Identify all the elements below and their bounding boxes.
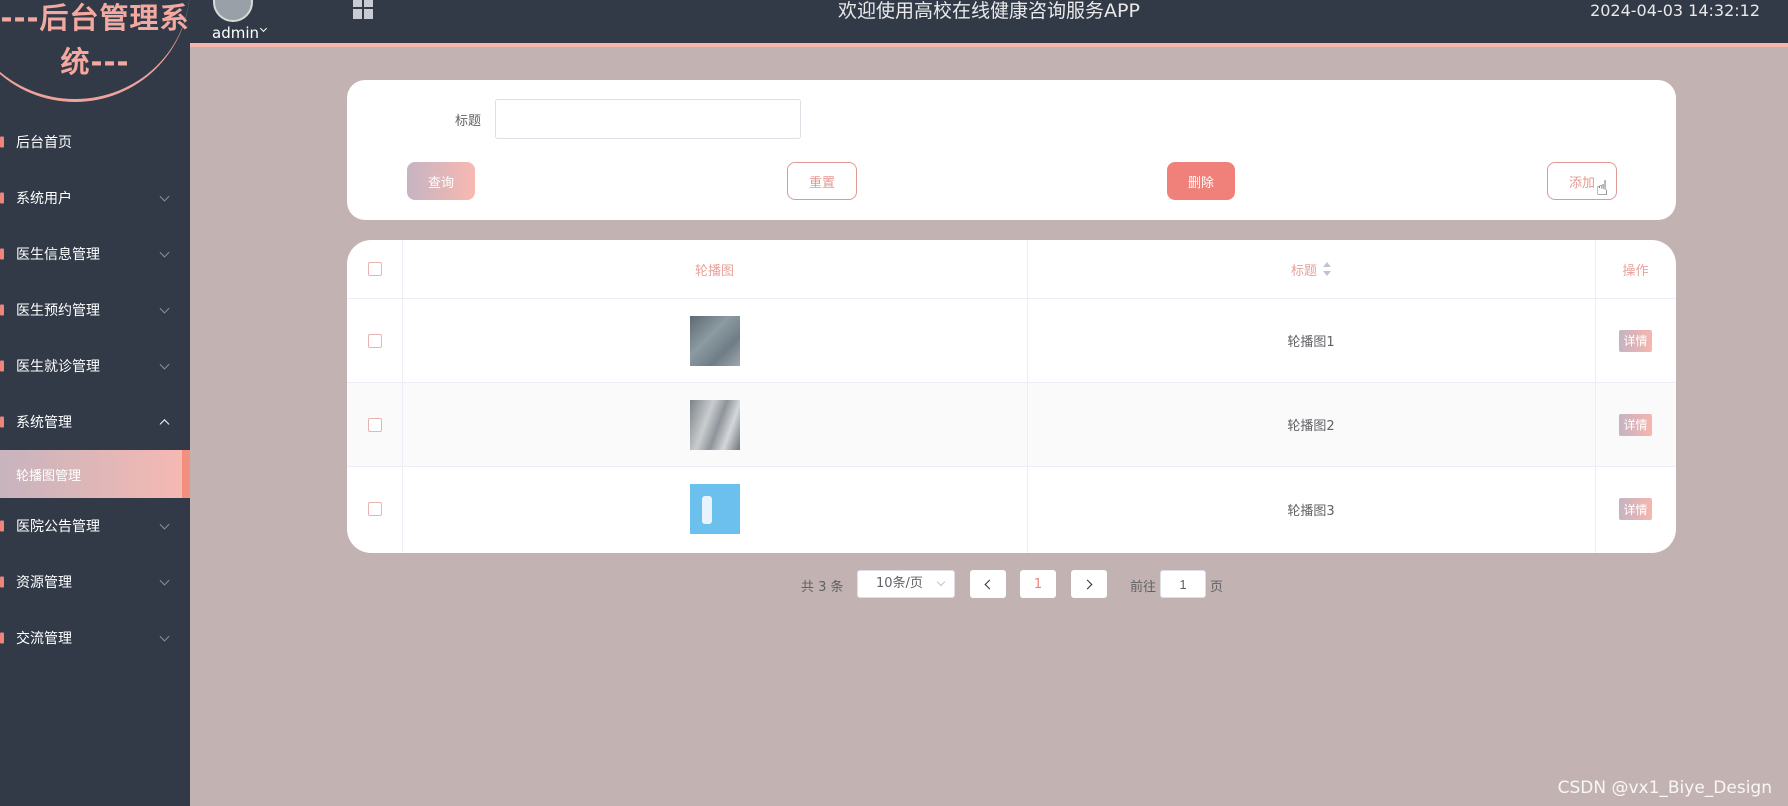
sidebar-item-label: 系统管理 [16,415,72,431]
row-checkbox[interactable] [367,502,382,516]
sidebar-item-label: 医生就诊管理 [16,359,100,375]
reset-button[interactable]: 重置 [787,162,857,200]
logo-text: ---后台管理系统--- [0,1,190,79]
image-cell [402,467,1027,551]
datetime: 2024-04-03 14:32:12 [1590,1,1760,20]
detail-button[interactable]: 详情 [1619,413,1652,436]
sidebar-item-home[interactable]: 后台首页 [0,114,190,170]
sidebar-item-label: 轮播图管理 [16,468,82,484]
table-row: 轮播图1 详情 [347,299,1676,383]
home-icon [0,136,4,148]
sidebar-item-communication[interactable]: 交流管理 [0,610,190,666]
sidebar-item-system-management[interactable]: 系统管理 [0,394,190,450]
column-header-image: 轮播图 [694,263,734,279]
sort-icon[interactable] [1323,262,1331,276]
chevron-left-icon [984,579,995,589]
page-title: 欢迎使用高校在线健康咨询服务APP [838,0,1140,22]
goto-page-input[interactable] [1160,570,1206,598]
sidebar: ---后台管理系统--- 后台首页 系统用户 医生信息管理 医生预约管理 医生就… [0,0,190,806]
title-cell: 轮播图3 [1287,503,1335,519]
notice-icon [0,520,4,532]
carousel-thumbnail[interactable] [689,399,740,450]
sidebar-item-label: 医生预约管理 [16,303,100,319]
page-suffix-label: 页 [1210,580,1224,595]
sidebar-item-doctor-info[interactable]: 医生信息管理 [0,226,190,282]
table-header-row: 轮播图 标题 操作 [347,240,1676,299]
page-size-value: 10条/页 [876,576,923,591]
chevron-down-icon [159,247,170,258]
chevron-down-icon [159,303,170,314]
sidebar-item-label: 医生信息管理 [16,247,100,263]
chevron-down-icon [159,519,170,530]
column-header-title[interactable]: 标题 [1027,240,1595,298]
table-row: 轮播图2 详情 [347,383,1676,467]
sidebar-item-carousel-management[interactable]: 轮播图管理 [0,450,190,498]
chevron-right-icon [1082,579,1093,589]
column-header-action: 操作 [1622,263,1649,279]
chevron-down-icon [159,631,170,642]
active-indicator [182,450,190,498]
search-panel: 标题 查询 重置 删除 添加 ☝ [347,80,1676,220]
title-cell: 轮播图2 [1287,419,1335,434]
detail-button[interactable]: 详情 [1619,329,1652,352]
chevron-down-icon [159,359,170,370]
query-button[interactable]: 查询 [407,162,475,200]
page-number-current[interactable]: 1 [1020,570,1056,598]
top-header: admin 欢迎使用高校在线健康咨询服务APP 2024-04-03 14:32… [190,0,1788,47]
hand-cursor-icon: ☝ [1596,176,1609,200]
chevron-up-icon [159,419,170,430]
sidebar-item-label: 医院公告管理 [16,519,100,535]
prev-page-button[interactable] [970,570,1006,598]
settings-icon [0,416,4,428]
detail-button[interactable]: 详情 [1619,498,1652,520]
carousel-thumbnail[interactable] [689,484,740,534]
select-all-cell [347,240,402,298]
select-all-checkbox[interactable] [367,262,382,276]
data-table: 轮播图 标题 操作 轮播图1 详情 轮播图2 详情 轮播图3 详情 [347,240,1676,553]
pagination: 共 3 条 10条/页 1 前往 页 [0,570,1788,598]
page-size-select[interactable]: 10条/页 [857,570,955,598]
column-divider [1027,240,1028,553]
carousel-thumbnail[interactable] [689,315,740,366]
watermark: CSDN @vx1_Biye_Design [1557,778,1772,798]
title-search-input[interactable] [495,99,801,139]
image-cell [402,383,1027,466]
sidebar-item-label: 后台首页 [16,135,72,151]
column-divider [402,240,403,553]
chevron-down-icon [936,577,946,587]
row-select-cell [347,467,402,551]
next-page-button[interactable] [1071,570,1107,598]
action-cell: 详情 [1595,467,1676,551]
table-row: 轮播图3 详情 [347,467,1676,551]
goto-label: 前往 [1130,580,1157,595]
user-icon [0,192,4,204]
sidebar-item-hospital-notice[interactable]: 医院公告管理 [0,498,190,554]
action-cell: 详情 [1595,383,1676,466]
title-cell: 轮播图1 [1287,335,1335,350]
delete-button[interactable]: 删除 [1167,162,1235,200]
calendar-icon [0,304,4,316]
clipboard-icon [0,360,4,372]
row-select-cell [347,299,402,382]
chevron-down-icon [159,191,170,202]
sidebar-item-doctor-visit[interactable]: 医生就诊管理 [0,338,190,394]
image-cell [402,299,1027,382]
sidebar-item-label: 系统用户 [16,191,72,207]
row-select-cell [347,383,402,466]
sidebar-item-system-users[interactable]: 系统用户 [0,170,190,226]
column-header-title-label: 标题 [1290,263,1317,279]
doctor-icon [0,248,4,260]
user-menu[interactable]: admin [212,24,259,42]
title-label: 标题 [455,114,482,129]
chat-icon [0,632,4,644]
action-cell: 详情 [1595,299,1676,382]
row-checkbox[interactable] [367,417,382,432]
chevron-down-icon[interactable] [259,24,268,33]
sidebar-item-label: 交流管理 [16,631,72,647]
total-count: 共 3 条 [801,580,844,595]
sidebar-item-doctor-appointment[interactable]: 医生预约管理 [0,282,190,338]
row-checkbox[interactable] [367,333,382,348]
column-divider [1595,240,1596,553]
